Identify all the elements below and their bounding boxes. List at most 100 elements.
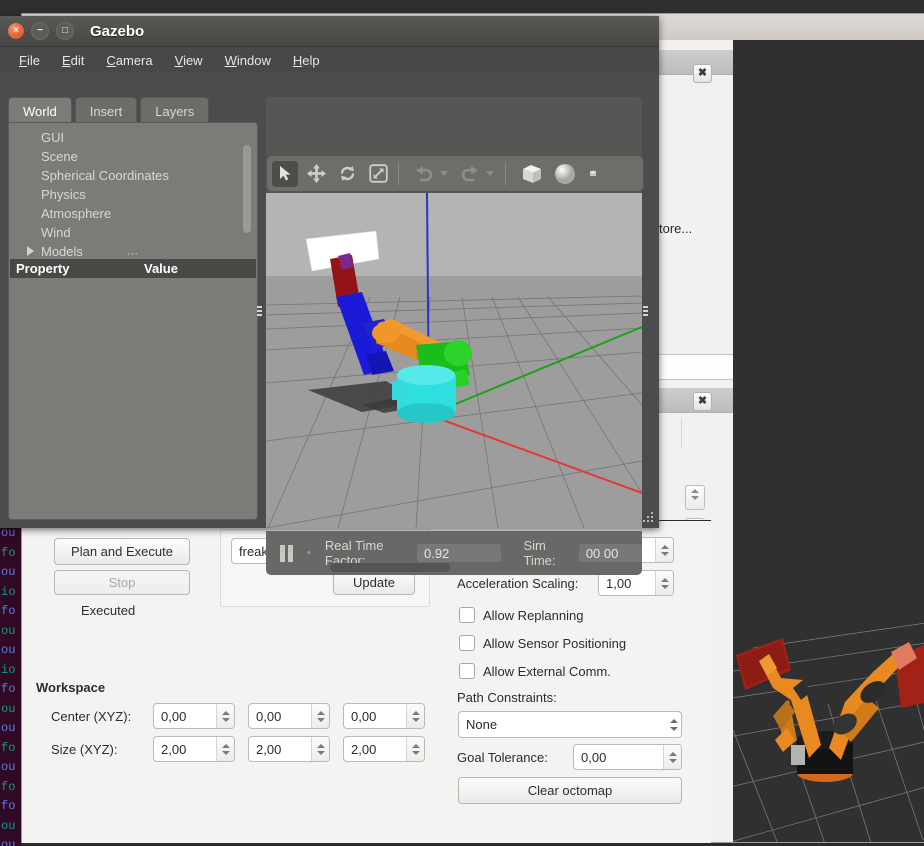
window-maximize-button[interactable]: □ [56, 22, 74, 40]
goal-tolerance-spinbox[interactable]: 0,00 [573, 744, 682, 770]
checkbox-box[interactable] [459, 663, 475, 679]
insert-cylinder-button[interactable] [584, 165, 602, 183]
stepper-icon-cx[interactable] [216, 704, 234, 728]
hidden-spinbox-1[interactable] [685, 485, 705, 510]
terminal-line: fo [1, 799, 16, 813]
redo-button[interactable] [457, 161, 483, 187]
terminal-line: ou [1, 701, 16, 716]
toolbar-divider [398, 162, 399, 185]
center-y-spinbox[interactable]: 0,00 [248, 703, 330, 729]
tree-item-atmosphere[interactable]: Atmosphere [15, 204, 251, 223]
undo-arrow-icon [416, 166, 433, 182]
center-y-value: 0,00 [256, 708, 282, 724]
rviz-3d-viewport[interactable] [733, 40, 924, 842]
menu-camera[interactable]: Camera [95, 51, 163, 70]
allow-sensor-positioning-checkbox[interactable]: Allow Sensor Positioning [459, 635, 626, 651]
center-x-spinbox[interactable]: 0,00 [153, 703, 235, 729]
stepper-icon-cy[interactable] [311, 704, 329, 728]
divider [681, 419, 682, 447]
center-x-value: 0,00 [161, 708, 187, 724]
terminal-line: ou [1, 623, 16, 638]
menu-view[interactable]: View [164, 51, 214, 70]
world-tree[interactable]: GUI Scene Spherical Coordinates Physics … [15, 128, 251, 258]
stepper-icon[interactable] [655, 538, 673, 562]
stepper-icon-3[interactable] [663, 745, 681, 769]
hidden-area [655, 444, 733, 466]
window-close-button[interactable]: × [8, 23, 24, 39]
scale-tool-button[interactable] [365, 161, 391, 187]
size-x-spinbox[interactable]: 2,00 [153, 736, 235, 762]
move-arrows-icon [306, 164, 326, 183]
rotate-tool-button[interactable] [334, 161, 360, 187]
tree-item-spherical-coordinates[interactable]: Spherical Coordinates [15, 166, 251, 185]
insert-box-button[interactable] [518, 160, 546, 188]
select-tool-button[interactable] [272, 160, 298, 187]
stop-button[interactable]: Stop [54, 570, 190, 595]
menu-window[interactable]: Window [214, 51, 282, 70]
menu-help[interactable]: Help [282, 51, 331, 70]
goal-tolerance-value: 0,00 [581, 749, 607, 765]
translate-tool-button[interactable] [303, 161, 329, 187]
pause-icon[interactable] [280, 544, 293, 562]
tab-world[interactable]: World [8, 97, 72, 124]
terminal-line: ou [1, 643, 16, 657]
sim-time-label: Sim Time: [523, 538, 556, 568]
tab-layers[interactable]: Layers [140, 97, 210, 124]
terminal-line: fo [1, 779, 16, 794]
menu-file[interactable]: File [8, 51, 51, 70]
box-icon [523, 164, 541, 183]
window-minimize-button[interactable]: − [31, 22, 49, 40]
workspace-size-label: Size (XYZ): [51, 742, 118, 757]
tree-item-scene[interactable]: Scene [15, 147, 251, 166]
size-y-spinbox[interactable]: 2,00 [248, 736, 330, 762]
stepper-icon-sx[interactable] [216, 737, 234, 761]
gazebo-panel-tabs[interactable]: World Insert Layers [8, 97, 258, 124]
gazebo-window[interactable]: × − □ Gazebo File Edit Camera View Windo… [0, 16, 659, 575]
gazebo-toolbar[interactable] [266, 155, 644, 192]
clear-octomap-button[interactable]: Clear octomap [458, 777, 682, 804]
menu-edit[interactable]: Edit [51, 51, 95, 70]
gazebo-titlebar[interactable]: × − □ Gazebo [0, 16, 659, 47]
expand-arrow-icon[interactable] [27, 246, 34, 256]
allow-replanning-checkbox[interactable]: Allow Replanning [459, 607, 583, 623]
chevron-updown-icon-2[interactable] [666, 718, 681, 731]
tree-label: Scene [41, 149, 78, 164]
tree-item-physics[interactable]: Physics [15, 185, 251, 204]
path-constraints-value: None [466, 717, 498, 732]
value-column-header: Value [144, 261, 178, 276]
workspace-title: Workspace [36, 680, 106, 695]
path-constraints-select[interactable]: None [458, 711, 682, 738]
insert-sphere-button[interactable] [551, 160, 579, 188]
undo-dropdown-arrow-icon[interactable] [440, 171, 448, 176]
property-column-header: Property [16, 261, 70, 276]
resize-grip[interactable] [642, 512, 654, 524]
center-z-spinbox[interactable]: 0,00 [343, 703, 425, 729]
rotate-arrows-icon [340, 166, 354, 181]
redo-dropdown-arrow-icon[interactable] [486, 171, 494, 176]
right-splitter-handle[interactable] [643, 301, 648, 321]
terminal-line: io [1, 662, 16, 677]
stepper-icon-2[interactable] [655, 571, 673, 595]
plan-and-execute-button[interactable]: Plan and Execute [54, 538, 190, 565]
terminal-window[interactable]: oufoouiofoououiofoououfooufofoouout [0, 520, 22, 846]
tree-item-wind[interactable]: Wind [15, 223, 251, 242]
tab-insert[interactable]: Insert [74, 97, 138, 124]
checkbox-box[interactable] [459, 607, 475, 623]
stepper-icon-cz[interactable] [406, 704, 424, 728]
close-icon-2[interactable]: ✖ [693, 392, 712, 411]
stepper-icon-sy[interactable] [311, 737, 329, 761]
size-z-spinbox[interactable]: 2,00 [343, 736, 425, 762]
undo-button[interactable] [411, 161, 437, 187]
checkbox-box[interactable] [459, 635, 475, 651]
step-icon[interactable]: ▪ [307, 547, 311, 559]
left-splitter-handle[interactable] [257, 301, 262, 321]
tree-item-gui[interactable]: GUI [15, 128, 251, 147]
gazebo-menubar[interactable]: File Edit Camera View Window Help [0, 47, 659, 74]
plan-and-execute-label: Plan and Execute [71, 544, 173, 559]
stepper-icon-sz[interactable] [406, 737, 424, 761]
gazebo-3d-viewport[interactable] [266, 193, 642, 528]
world-tree-scrollbar[interactable] [243, 145, 251, 233]
allow-external-comm-checkbox[interactable]: Allow External Comm. [459, 663, 611, 679]
close-icon[interactable]: ✖ [693, 64, 712, 83]
cylinder-icon [590, 170, 596, 176]
